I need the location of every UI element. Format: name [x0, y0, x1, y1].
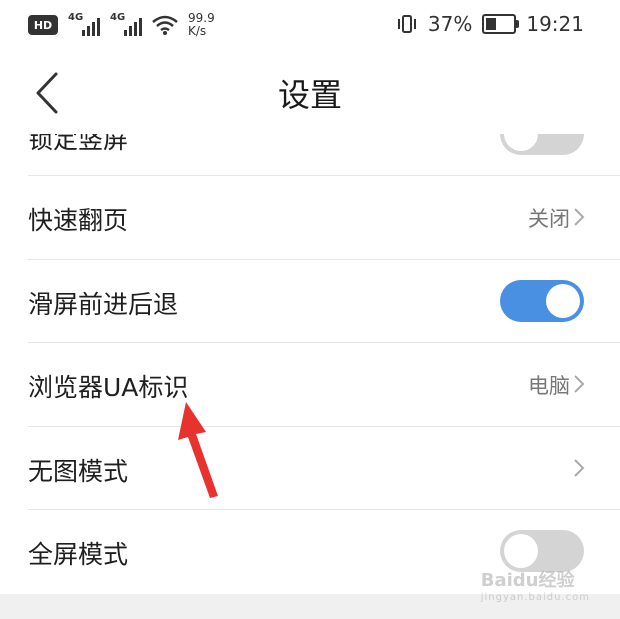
wifi-icon	[152, 15, 178, 35]
watermark-subtext: jingyan.baidu.com	[480, 592, 590, 603]
setting-row-lock-orientation[interactable]: 锁定竖屏	[0, 134, 620, 175]
swipe-navigation-toggle[interactable]	[500, 280, 584, 322]
vibrate-icon	[397, 15, 416, 33]
page-title: 设置	[277, 76, 342, 114]
setting-label: 浏览器UA标识	[28, 373, 189, 402]
network-speed: 99.9 K/s	[188, 12, 215, 38]
clock: 19:21	[526, 12, 584, 36]
chevron-right-icon	[574, 375, 585, 393]
setting-value: 电脑	[528, 374, 570, 398]
setting-label: 滑屏前进后退	[28, 290, 179, 319]
setting-row-quick-page-turn[interactable]: 快速翻页 关闭	[0, 176, 620, 258]
signal-icon-2: 4G	[110, 12, 142, 36]
setting-row-swipe-navigation[interactable]: 滑屏前进后退	[0, 260, 620, 342]
status-bar: HD 4G 4G 99.9 K/s 37% 19:21	[0, 0, 620, 52]
setting-label: 无图模式	[28, 457, 129, 486]
speed-unit: K/s	[188, 24, 207, 38]
setting-label: 快速翻页	[28, 206, 129, 235]
annotation-arrow-icon	[178, 402, 218, 498]
setting-label: 全屏模式	[28, 540, 129, 569]
setting-label: 锁定竖屏	[28, 134, 129, 154]
chevron-right-icon	[574, 208, 585, 226]
hd-badge: HD	[28, 15, 58, 35]
setting-row-browser-ua[interactable]: 浏览器UA标识 电脑	[0, 343, 620, 425]
watermark-logo: Baidu经验 jingyan.baidu.com	[481, 566, 590, 603]
signal-icon-1: 4G	[68, 12, 100, 36]
battery-percent: 37%	[427, 12, 473, 36]
setting-value: 关闭	[528, 207, 570, 231]
watermark-text: Baidu经验	[480, 570, 575, 591]
setting-row-no-image-mode[interactable]: 无图模式	[0, 427, 620, 509]
chevron-right-icon	[574, 459, 585, 477]
lock-orientation-toggle[interactable]	[500, 134, 584, 155]
app-header: 设置	[0, 52, 620, 134]
battery-icon	[482, 14, 520, 34]
